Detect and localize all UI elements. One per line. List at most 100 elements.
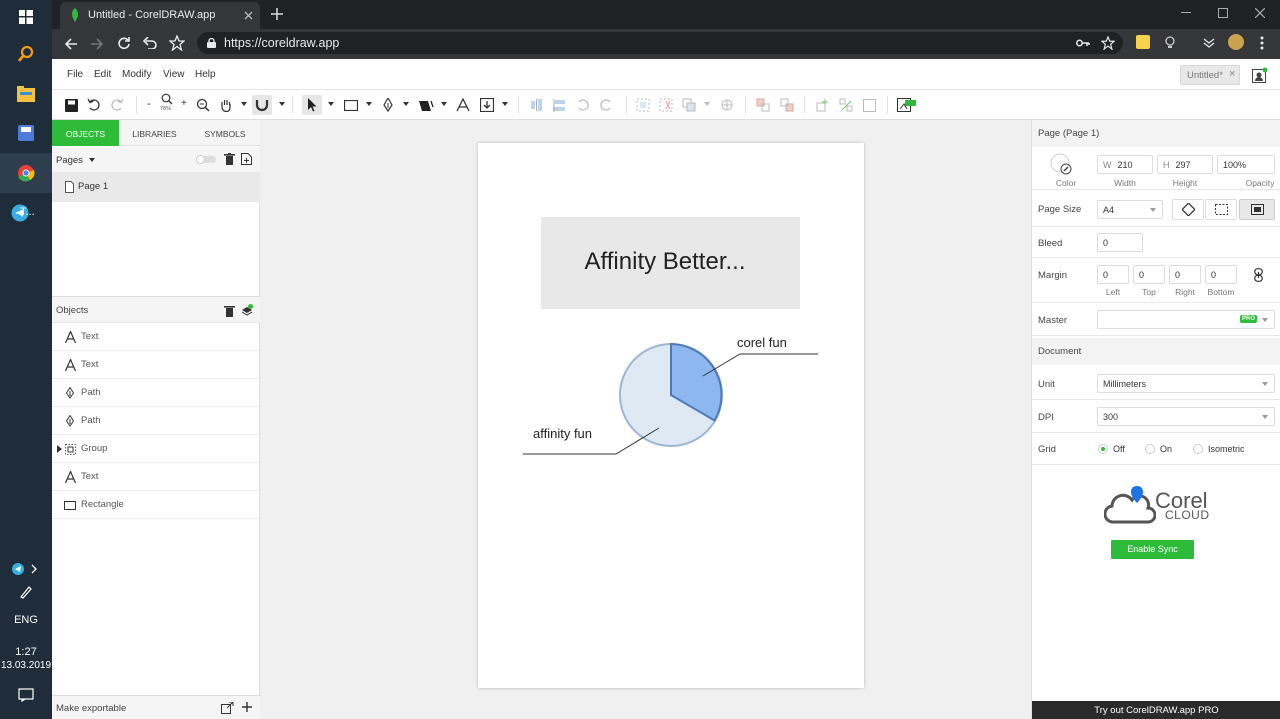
link-margins-icon[interactable] <box>1254 268 1263 282</box>
grid-off-radio[interactable] <box>1098 444 1108 454</box>
menu-file[interactable]: File <box>67 69 83 80</box>
close-window-icon[interactable] <box>1255 8 1265 18</box>
search-icon[interactable] <box>0 34 52 74</box>
align-vertical-icon[interactable] <box>550 95 570 115</box>
width-field[interactable]: W 210 <box>1097 155 1153 174</box>
margin-right-field[interactable]: 0 <box>1169 265 1201 284</box>
delete-object-icon[interactable] <box>224 305 235 317</box>
new-tab-icon[interactable] <box>271 8 283 20</box>
close-document-icon[interactable]: × <box>1229 68 1235 80</box>
pages-toggle-icon[interactable] <box>196 155 216 164</box>
redo-icon[interactable] <box>107 95 127 115</box>
maximize-window-icon[interactable] <box>1218 8 1228 18</box>
save-icon[interactable] <box>61 95 81 115</box>
frame-icon[interactable] <box>859 95 879 115</box>
pen-icon[interactable] <box>0 572 52 612</box>
combine-dropdown-icon[interactable] <box>704 102 710 106</box>
text-tool-icon[interactable] <box>453 95 473 115</box>
profile-avatar[interactable] <box>1228 34 1244 50</box>
add-export-icon[interactable] <box>242 702 252 712</box>
account-icon[interactable] <box>1252 67 1268 83</box>
grid-isometric-label[interactable]: Isometric <box>1208 444 1245 454</box>
extension-l-icon[interactable] <box>1136 35 1150 49</box>
chrome-menu-icon[interactable] <box>1260 36 1264 50</box>
dpi-select[interactable]: 300 <box>1097 407 1275 426</box>
export-icon[interactable] <box>221 702 234 714</box>
language-indicator[interactable]: ENG <box>0 614 52 626</box>
page-size-select[interactable]: A4 <box>1097 200 1163 219</box>
clock-time[interactable]: 1:27 <box>0 646 52 658</box>
corel-fun-label[interactable]: corel fun <box>737 335 787 350</box>
snap-dropdown-icon[interactable] <box>279 102 285 106</box>
address-bar[interactable]: https://coreldraw.app <box>197 32 1123 54</box>
import-icon[interactable] <box>477 95 497 115</box>
save-app-icon[interactable] <box>0 113 52 153</box>
margin-bottom-field[interactable]: 0 <box>1205 265 1237 284</box>
enable-sync-button[interactable]: Enable Sync <box>1111 540 1194 559</box>
minimize-window-icon[interactable] <box>1181 12 1191 14</box>
orientation-button[interactable] <box>1172 199 1204 220</box>
menu-edit[interactable]: Edit <box>94 69 111 80</box>
bookmark-page-icon[interactable] <box>1101 36 1115 50</box>
add-page-icon[interactable] <box>241 153 252 165</box>
zoom-out-button[interactable]: - <box>147 98 151 110</box>
menu-help[interactable]: Help <box>195 69 216 80</box>
forward-icon[interactable] <box>90 37 104 51</box>
arrange-backward-icon[interactable] <box>777 95 797 115</box>
zoom-fit-icon[interactable] <box>193 95 213 115</box>
landscape-button[interactable] <box>1239 199 1275 220</box>
key-icon[interactable] <box>1076 38 1090 48</box>
bookmark-star-icon[interactable] <box>169 35 185 51</box>
file-explorer-icon[interactable] <box>0 74 52 114</box>
try-pro-banner[interactable]: Try out CorelDRAW.app PRO <box>1032 701 1280 719</box>
pick-dropdown-icon[interactable] <box>328 102 334 106</box>
import-dropdown-icon[interactable] <box>502 102 508 106</box>
extension-chevron-icon[interactable] <box>1203 38 1215 48</box>
affinity-fun-label[interactable]: affinity fun <box>533 426 592 441</box>
master-select[interactable]: PRO <box>1097 310 1275 329</box>
margin-left-field[interactable]: 0 <box>1097 265 1129 284</box>
pages-dropdown-icon[interactable] <box>89 158 95 162</box>
tab-libraries[interactable]: LIBRARIES <box>119 120 190 146</box>
back-icon[interactable] <box>64 37 78 51</box>
bleed-field[interactable]: 0 <box>1097 233 1143 252</box>
unit-select[interactable]: Millimeters <box>1097 374 1275 393</box>
grid-on-label[interactable]: On <box>1160 444 1172 454</box>
arrange-forward-icon[interactable] <box>753 95 773 115</box>
corel-leader-line[interactable] <box>702 353 818 377</box>
fill-dropdown-icon[interactable] <box>441 102 447 106</box>
make-exportable-label[interactable]: Make exportable <box>56 703 126 714</box>
chrome-icon[interactable] <box>0 153 52 193</box>
grid-on-radio[interactable] <box>1145 444 1155 454</box>
zoom-control[interactable]: 78% <box>158 93 176 117</box>
object-row-text[interactable]: Text <box>52 351 260 379</box>
object-row-rectangle[interactable]: Rectangle <box>52 491 260 519</box>
windows-start-icon[interactable] <box>0 0 52 37</box>
rotate-right-icon[interactable] <box>596 95 616 115</box>
telegram-icon[interactable]: T... <box>0 193 52 233</box>
height-field[interactable]: H 297 <box>1157 155 1213 174</box>
browser-tab[interactable]: Untitled - CorelDRAW.app <box>60 2 260 29</box>
transform-icon[interactable] <box>717 95 737 115</box>
align-horizontal-icon[interactable] <box>527 95 547 115</box>
document-page[interactable]: Affinity Better... corel fun affinity fu… <box>478 143 864 688</box>
document-tab[interactable]: Untitled* × <box>1180 65 1240 85</box>
close-tab-icon[interactable] <box>244 11 253 20</box>
margin-top-field[interactable]: 0 <box>1133 265 1165 284</box>
undo-extension-icon[interactable] <box>142 37 158 49</box>
undo-icon[interactable] <box>84 95 104 115</box>
tab-objects[interactable]: OBJECTS <box>52 120 119 146</box>
duplicate-icon[interactable] <box>813 95 833 115</box>
pen-dropdown-icon[interactable] <box>403 102 409 106</box>
group-icon[interactable] <box>633 95 653 115</box>
object-row-path[interactable]: Path <box>52 379 260 407</box>
opacity-field[interactable]: 100% <box>1217 155 1275 174</box>
color-picker-icon[interactable] <box>1050 153 1072 175</box>
object-row-text[interactable]: Text <box>52 323 260 351</box>
pan-dropdown-icon[interactable] <box>241 102 247 106</box>
snap-magnet-icon[interactable] <box>252 95 272 115</box>
pan-hand-icon[interactable] <box>216 95 236 115</box>
page-list-item[interactable]: Page 1 <box>52 172 260 202</box>
ungroup-icon[interactable] <box>656 95 676 115</box>
grid-isometric-radio[interactable] <box>1193 444 1203 454</box>
